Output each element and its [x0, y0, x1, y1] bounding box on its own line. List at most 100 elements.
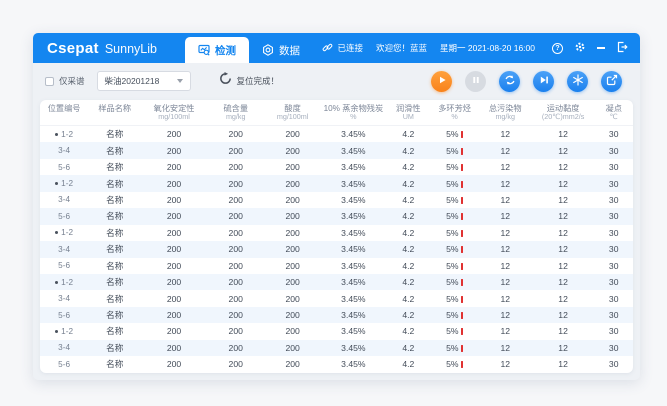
cell-value: 200 — [141, 310, 207, 320]
cell-value: 5% — [431, 294, 479, 304]
cell-value: 200 — [141, 146, 207, 156]
alert-flag-icon — [461, 213, 464, 220]
cell-sample-name: 名称 — [88, 145, 141, 157]
table-row[interactable]: 1-2名称2002002003.45%4.25%121230 — [40, 126, 633, 142]
reset-refresh-icon[interactable] — [219, 72, 232, 90]
cell-value: 200 — [141, 261, 207, 271]
product-name: SunnyLib — [105, 42, 157, 56]
cell-value: 30 — [594, 343, 633, 353]
table-row[interactable]: 3-4名称2002002003.45%4.25%121230 — [40, 142, 633, 158]
table-row[interactable]: 1-2名称2002002003.45%4.25%121230 — [40, 323, 633, 339]
cell-value: 3.45% — [321, 228, 387, 238]
gear-icon[interactable] — [574, 41, 586, 55]
window-controls: ? — [552, 41, 628, 55]
cell-value: 4.2 — [386, 228, 430, 238]
cell-value: 200 — [265, 277, 321, 287]
cell-value: 200 — [265, 261, 321, 271]
table-row[interactable]: 1-2名称2002002003.45%4.25%121230 — [40, 175, 633, 191]
table-row[interactable]: 5-6名称2002002003.45%4.25%121230 — [40, 208, 633, 224]
minimize-icon[interactable] — [597, 47, 605, 49]
tab-detection[interactable]: 检测 — [185, 37, 249, 63]
table-row[interactable]: 5-6名称2002002003.45%4.25%121230 — [40, 159, 633, 175]
cell-value: 3.45% — [321, 244, 387, 254]
results-table: 位置编号 样品名称 氧化安定性mg/100ml硫含量mg/kg酸度mg/100m… — [40, 100, 633, 373]
cell-position: 3-4 — [40, 294, 88, 303]
cell-value: 200 — [141, 277, 207, 287]
action-buttons — [431, 71, 628, 92]
cell-sample-name: 名称 — [88, 260, 141, 272]
cell-value: 3.45% — [321, 310, 387, 320]
sample-select[interactable]: 柴油20201218 — [97, 71, 191, 91]
cell-value: 12 — [532, 244, 595, 254]
table-row[interactable]: 5-6名称2002002003.45%4.25%121230 — [40, 307, 633, 323]
cell-value: 200 — [141, 211, 207, 221]
skip-forward-button[interactable] — [533, 71, 554, 92]
cell-position: 3-4 — [40, 146, 88, 155]
cell-value: 3.45% — [321, 326, 387, 336]
cell-value: 5% — [431, 261, 479, 271]
cell-value: 12 — [532, 146, 595, 156]
cell-position: 3-4 — [40, 343, 88, 352]
cell-value: 200 — [207, 261, 265, 271]
cell-value: 200 — [207, 211, 265, 221]
table-row[interactable]: 5-6名称2002002003.45%4.25%121230 — [40, 258, 633, 274]
cell-value: 4.2 — [386, 277, 430, 287]
cell-value: 12 — [479, 310, 532, 320]
cell-value: 12 — [479, 261, 532, 271]
cell-value: 200 — [265, 195, 321, 205]
table-row[interactable]: 3-4名称2002002003.45%4.25%121230 — [40, 192, 633, 208]
active-bullet-icon — [55, 182, 58, 185]
cell-value: 200 — [141, 179, 207, 189]
column-header: 10% 蒸余物残炭% — [321, 104, 387, 122]
spectrum-checkbox[interactable] — [45, 77, 54, 86]
cell-value: 5% — [431, 162, 479, 172]
cell-position: 5-6 — [40, 311, 88, 320]
cell-value: 12 — [479, 195, 532, 205]
cell-value: 200 — [265, 146, 321, 156]
start-button[interactable] — [431, 71, 452, 92]
cell-sample-name: 名称 — [88, 178, 141, 190]
logout-icon[interactable] — [616, 41, 628, 55]
tab-data[interactable]: 数据 — [249, 37, 313, 63]
cell-value: 12 — [532, 228, 595, 238]
data-hexagon-icon — [262, 44, 274, 56]
table-row[interactable]: 1-2名称2002002003.45%4.25%121230 — [40, 274, 633, 290]
alert-flag-icon — [461, 181, 464, 188]
active-bullet-icon — [55, 281, 58, 284]
cell-value: 200 — [141, 228, 207, 238]
column-header: 运动黏度(20℃)mm2/s — [532, 104, 595, 122]
title-bar: Csepat SunnyLib 检测 — [33, 33, 640, 63]
table-row[interactable]: 1-2名称2002002003.45%4.25%121230 — [40, 225, 633, 241]
cell-value: 5% — [431, 326, 479, 336]
freeze-button[interactable] — [567, 71, 588, 92]
table-row[interactable]: 3-4名称2002002003.45%4.25%121230 — [40, 290, 633, 306]
cell-sample-name: 名称 — [88, 325, 141, 337]
export-button[interactable] — [601, 71, 622, 92]
cell-value: 12 — [479, 326, 532, 336]
cell-value: 12 — [532, 359, 595, 369]
chevron-down-icon — [177, 79, 183, 83]
table-row[interactable]: 5-6名称2002002003.45%4.25%121230 — [40, 356, 633, 372]
cell-value: 200 — [265, 326, 321, 336]
pause-button[interactable] — [465, 71, 486, 92]
table-row[interactable]: 3-4名称2002002003.45%4.25%121230 — [40, 241, 633, 257]
cell-value: 12 — [532, 179, 595, 189]
cell-value: 4.2 — [386, 162, 430, 172]
cell-value: 30 — [594, 326, 633, 336]
cell-value: 3.45% — [321, 195, 387, 205]
cell-value: 12 — [532, 326, 595, 336]
help-icon[interactable]: ? — [552, 43, 563, 54]
cell-value: 4.2 — [386, 146, 430, 156]
cell-position: 3-4 — [40, 195, 88, 204]
cell-value: 4.2 — [386, 129, 430, 139]
active-bullet-icon — [55, 133, 58, 136]
sync-button[interactable] — [499, 71, 520, 92]
cell-value: 30 — [594, 162, 633, 172]
cell-position: 5-6 — [40, 212, 88, 221]
cell-value: 30 — [594, 294, 633, 304]
snowflake-icon — [572, 74, 584, 89]
table-row[interactable]: 3-4名称2002002003.45%4.25%121230 — [40, 340, 633, 356]
alert-flag-icon — [461, 312, 464, 319]
cell-value: 3.45% — [321, 179, 387, 189]
alert-flag-icon — [461, 328, 464, 335]
